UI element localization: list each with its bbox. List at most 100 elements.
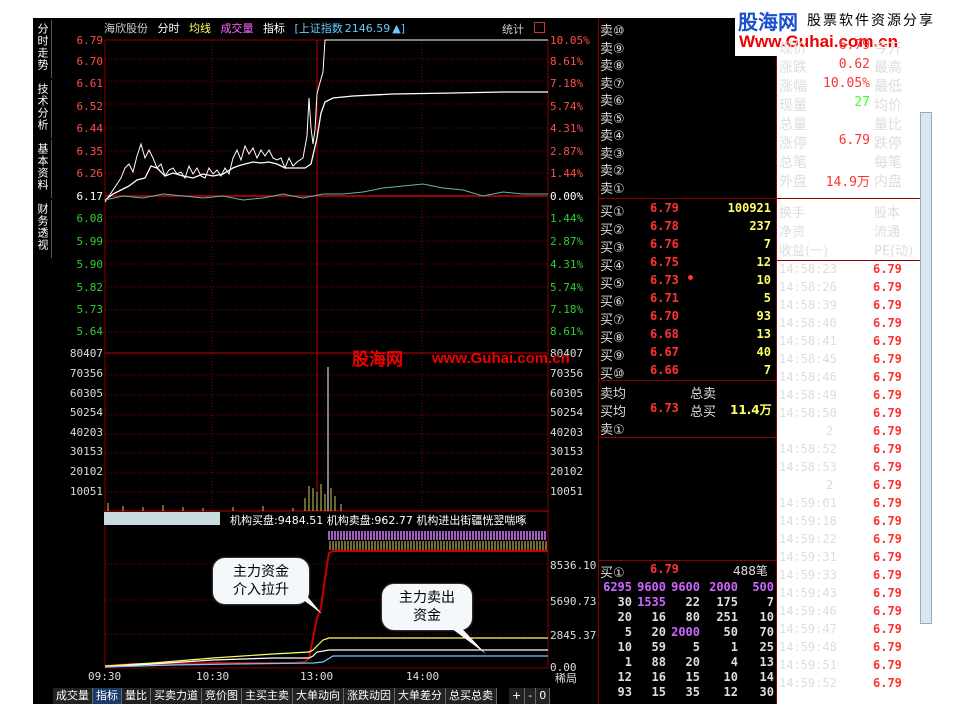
buy-level-price: 6.79 bbox=[650, 201, 679, 215]
percent-tick: 8.61% bbox=[550, 55, 584, 68]
buy-level-volume: 7 bbox=[763, 363, 771, 377]
queue-cell: 12 bbox=[617, 670, 632, 684]
volume-tick: 50254 bbox=[550, 406, 584, 419]
volume-tick: 70356 bbox=[69, 367, 103, 380]
reset-button[interactable]: 0 bbox=[536, 688, 551, 704]
queue-cell: 20 bbox=[685, 655, 700, 669]
queue-cell: 1 bbox=[624, 655, 632, 669]
summary-label: 买均 bbox=[600, 405, 627, 420]
sell-level-label: 卖③ bbox=[600, 146, 625, 162]
bottom-tab-indicator[interactable]: 指标 bbox=[93, 688, 122, 704]
quote-value: 6.79 bbox=[838, 38, 870, 53]
tick-price: 6.79 bbox=[873, 460, 902, 474]
panel-divider bbox=[776, 18, 777, 704]
bottom-tab-change-cause[interactable]: 涨跌动因 bbox=[344, 688, 395, 704]
percent-tick: 10.05% bbox=[550, 34, 590, 47]
queue-cell: 30 bbox=[759, 685, 774, 699]
volume-tick: 70356 bbox=[550, 367, 584, 380]
summary-label: 总卖 bbox=[690, 387, 717, 402]
buy-level-label: 买⑤ bbox=[600, 277, 625, 292]
watermark-brand: 股海网 bbox=[352, 350, 403, 370]
bottom-tab-big-order[interactable]: 大单动向 bbox=[293, 688, 344, 704]
sell-level-label: 卖① bbox=[600, 181, 625, 197]
turnover-value: 4.14% bbox=[833, 202, 870, 216]
turnover-label: 流通 bbox=[874, 225, 901, 240]
quote-label: 涨幅 bbox=[779, 79, 807, 95]
quote-value: 27 bbox=[854, 95, 870, 110]
buy-level-label: 买⑥ bbox=[600, 295, 625, 310]
queue-cell: 2000 bbox=[671, 625, 700, 639]
buy-level-label: 买⑨ bbox=[600, 349, 625, 364]
percent-tick: 5.74% bbox=[550, 281, 584, 294]
buy-level-price: 6.75 bbox=[650, 255, 679, 269]
queue-cell: 4 bbox=[730, 655, 738, 669]
time-tick: 13:00 bbox=[300, 670, 334, 683]
sell-level-label: 卖④ bbox=[600, 129, 625, 144]
quote-value: 14.9万 bbox=[825, 175, 870, 190]
queue-cell: 88 bbox=[651, 655, 666, 669]
buy-level-price: 6.71 bbox=[650, 291, 679, 305]
price-tick: 6.52 bbox=[76, 100, 104, 113]
scrollbar[interactable] bbox=[920, 112, 932, 624]
zoom-in-button[interactable]: + bbox=[509, 688, 526, 704]
percent-tick: 2.87% bbox=[550, 235, 584, 248]
volume-tick: 80407 bbox=[69, 347, 103, 360]
marker-dot-icon bbox=[688, 275, 693, 280]
percent-tick: 1.44% bbox=[550, 212, 584, 225]
queue-cell: 13 bbox=[759, 655, 774, 669]
volume-tick: 10051 bbox=[550, 485, 584, 498]
tick-time: 14:59:22 bbox=[779, 532, 837, 546]
indicator-name-box[interactable] bbox=[104, 512, 220, 525]
bottom-tab-total-buy-sell[interactable]: 总买总卖 bbox=[446, 688, 497, 704]
price-tick: 5.64 bbox=[76, 325, 104, 338]
percent-tick: 7.18% bbox=[550, 303, 584, 316]
volume-tick: 30153 bbox=[69, 445, 103, 458]
queue-cell: 175 bbox=[716, 595, 738, 609]
buy-level-volume: 7 bbox=[763, 237, 771, 251]
tick-time: 2 bbox=[826, 478, 834, 492]
indicator-tick: 5690.73 bbox=[550, 595, 597, 608]
buy-level-label: 买④ bbox=[600, 259, 625, 274]
tick-time: 14:59:52 bbox=[779, 676, 837, 690]
buy-level-volume: 13 bbox=[756, 327, 771, 341]
turnover-label: 换手 bbox=[779, 206, 806, 221]
bottom-tab-main-buy-sell[interactable]: 主买主卖 bbox=[242, 688, 293, 704]
tick-price: 6.79 bbox=[873, 298, 902, 312]
tick-price: 6.79 bbox=[873, 442, 902, 456]
zoom-out-button[interactable]: - bbox=[525, 688, 537, 704]
queue-cell: 1535 bbox=[637, 595, 666, 609]
tick-time: 14:58:49 bbox=[779, 388, 837, 402]
bottom-tab-volume[interactable]: 成交量 bbox=[53, 688, 93, 704]
summary-value: 6.73 bbox=[650, 401, 679, 415]
quote-label: 外盘 bbox=[779, 174, 807, 190]
buy-level-price: 6.78 bbox=[650, 219, 679, 233]
queue-cell: 9600 bbox=[671, 580, 700, 594]
logo-slogan: 股票软件资源分享 bbox=[807, 13, 935, 29]
queue-cell: 20 bbox=[651, 625, 666, 639]
tick-price: 6.79 bbox=[873, 658, 902, 672]
turnover-value: 2.23 bbox=[841, 221, 870, 235]
queue-cell: 251 bbox=[716, 610, 738, 624]
queue-cell: 15 bbox=[651, 685, 666, 699]
tick-time: 14:58:26 bbox=[779, 280, 837, 294]
callout-pointer bbox=[290, 590, 322, 614]
sell-level-label: 卖② bbox=[600, 164, 625, 179]
price-tick: 6.17 bbox=[76, 190, 104, 203]
turnover-value: -0.026 bbox=[826, 240, 870, 254]
buy-level-volume: 12 bbox=[756, 255, 771, 269]
bottom-tab-auction[interactable]: 竞价图 bbox=[202, 688, 242, 704]
quote-label: 量比 bbox=[874, 117, 902, 133]
volume-tick: 60305 bbox=[69, 387, 103, 400]
bottom-tab-buy-sell-force[interactable]: 买卖力道 bbox=[151, 688, 202, 704]
percent-tick: 2.87% bbox=[550, 145, 584, 158]
tick-price: 6.79 bbox=[873, 388, 902, 402]
bottom-tab-volume-ratio[interactable]: 量比 bbox=[122, 688, 151, 704]
panel-divider bbox=[777, 260, 920, 261]
percent-tick: 8.61% bbox=[550, 325, 584, 338]
percent-tick: 1.44% bbox=[550, 167, 584, 180]
queue-cell: 50 bbox=[723, 625, 738, 639]
bottom-tab-big-order-diff[interactable]: 大单差分 bbox=[395, 688, 446, 704]
queue-price: 6.79 bbox=[650, 562, 679, 576]
quote-label: 总笔 bbox=[779, 155, 807, 171]
tick-time: 14:59:18 bbox=[779, 514, 837, 528]
